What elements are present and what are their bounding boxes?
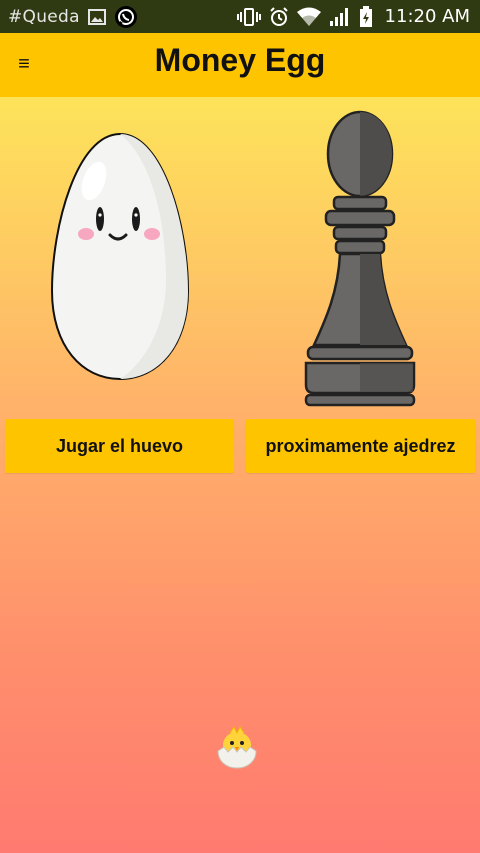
- hatching-chick-icon: [217, 726, 257, 769]
- alarm-icon: [269, 6, 289, 27]
- signal-icon: [329, 7, 351, 27]
- battery-icon: [359, 5, 373, 28]
- vibrate-icon: [236, 7, 261, 27]
- chess-coming-soon-button[interactable]: proximamente ajedrez: [246, 419, 475, 473]
- status-right: 11:20 AM: [236, 5, 470, 28]
- status-bar: #Queda 11:20 AM: [0, 0, 480, 33]
- main-content: Jugar el huevo proximamente ajedrez: [0, 97, 480, 853]
- wifi-icon: [296, 7, 321, 27]
- chess-pawn-illustration: [304, 110, 416, 407]
- play-egg-button[interactable]: Jugar el huevo: [5, 419, 234, 473]
- egg-illustration: [50, 132, 190, 381]
- status-left: #Queda: [8, 5, 138, 29]
- app-title: Money Egg: [154, 42, 326, 78]
- status-clock: 11:20 AM: [384, 6, 470, 27]
- image-icon: [87, 8, 106, 25]
- app-bar: ≡ Money Egg: [0, 33, 480, 97]
- notification-text: #Queda: [8, 6, 80, 27]
- whatsapp-icon: [114, 5, 138, 29]
